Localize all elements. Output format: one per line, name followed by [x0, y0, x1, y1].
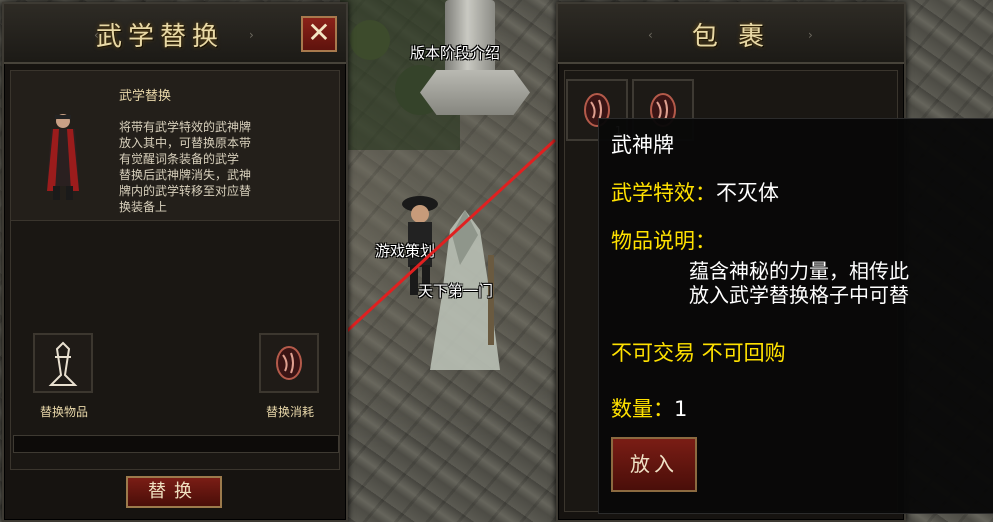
- description-line: 替换后武神牌消失，武神: [119, 168, 252, 182]
- replace-cost-slot[interactable]: [259, 333, 319, 393]
- armor-icon: [48, 341, 78, 386]
- inventory-header: ‹ 包 裹 ›: [558, 4, 904, 64]
- martial-replace-panel: ‹ 武学替换 › ✕ 武学替换 将带有武学特效的武神牌 放入其中，可替换原本带 …: [2, 2, 348, 522]
- title-right-deco-icon: ›: [249, 28, 254, 42]
- description-box: 武学替换 将带有武学特效的武神牌 放入其中，可替换原本带 有觉醒词条装备的武学 …: [10, 70, 340, 222]
- description-line: 将带有武学特效的武神牌: [119, 120, 252, 134]
- tooltip-desc-line: 放入武学替换格子中可替: [689, 283, 909, 307]
- slots-area: 替换物品 替换消耗: [10, 220, 340, 470]
- war-god-card-icon: [276, 346, 302, 380]
- close-button[interactable]: ✕: [301, 16, 337, 52]
- tooltip-qty-row: 数量：1: [611, 393, 687, 423]
- replace-progress-bar: [13, 435, 339, 453]
- put-in-button[interactable]: 放入: [611, 437, 697, 492]
- tooltip-effect-row: 武学特效：不灭体: [611, 177, 779, 207]
- description-line: 牌内的武学转移至对应替: [119, 184, 252, 198]
- tooltip-desc-line: 蕴含神秘的力量，相传此: [689, 259, 909, 283]
- item-tooltip: 武神牌 武学特效：不灭体 物品说明： 蕴含神秘的力量，相传此 放入武学替换格子中…: [598, 118, 993, 514]
- tooltip-desc-label: 物品说明：: [611, 229, 716, 253]
- tooltip-restriction: 不可交易 不可回购: [611, 341, 786, 365]
- tooltip-desc-text: 蕴含神秘的力量，相传此 放入武学替换格子中可替: [689, 259, 909, 307]
- title-right-deco-icon: ›: [808, 28, 813, 42]
- replace-cost-label: 替换消耗: [265, 405, 314, 419]
- tooltip-qty-label: 数量：: [611, 397, 674, 421]
- description-text: 将带有武学特效的武神牌 放入其中，可替换原本带 有觉醒词条装备的武学 替换后武神…: [119, 119, 251, 215]
- replace-item-slot[interactable]: [33, 333, 93, 393]
- tooltip-item-name: 武神牌: [611, 133, 674, 157]
- inventory-title: 包 裹: [691, 22, 771, 52]
- description-line: 放入其中，可替换原本带: [119, 136, 252, 150]
- tooltip-qty-value: 1: [674, 397, 688, 421]
- panel-header: ‹ 武学替换 › ✕: [4, 4, 346, 64]
- character-portrait: [47, 114, 79, 200]
- replace-item-label: 替换物品: [39, 405, 88, 419]
- panel-title: 武学替换: [95, 22, 224, 52]
- tooltip-effect-label: 武学特效：: [611, 181, 716, 205]
- description-title: 武学替换: [119, 89, 172, 104]
- description-line: 有觉醒词条装备的武学: [119, 152, 240, 166]
- tooltip-effect-value: 不灭体: [716, 181, 779, 205]
- description-line: 换装备上: [119, 200, 168, 214]
- replace-button[interactable]: 替换: [126, 476, 222, 508]
